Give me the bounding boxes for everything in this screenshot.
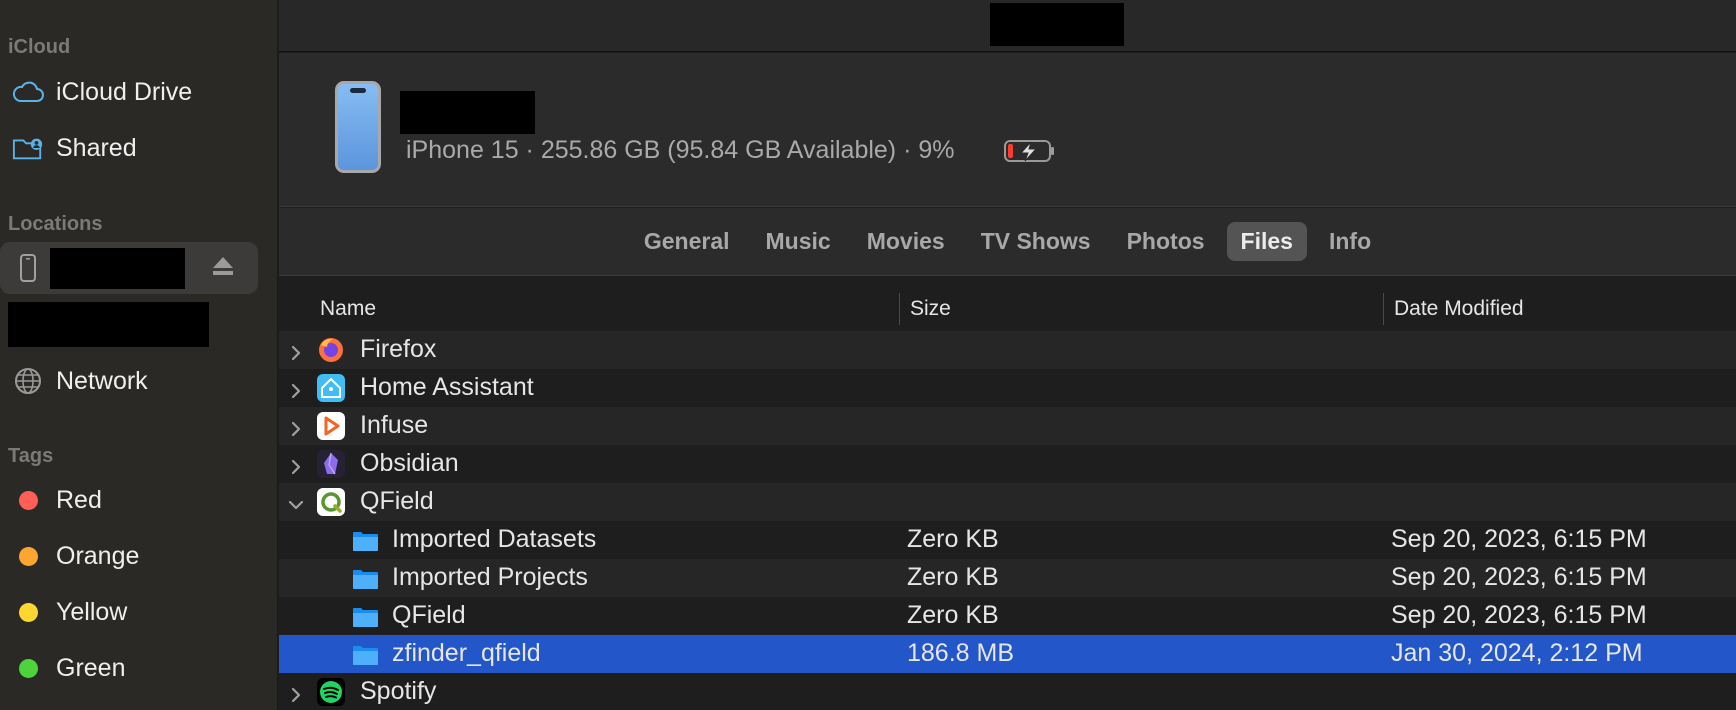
iphone-icon xyxy=(12,252,44,284)
qfield-icon xyxy=(317,488,345,516)
folder-row[interactable]: zfinder_qfield 186.8 MB Jan 30, 2024, 2:12… xyxy=(279,635,1736,673)
home-assistant-icon xyxy=(317,374,345,402)
disclosure-chevron-right-icon[interactable] xyxy=(287,378,305,399)
file-size: Zero KB xyxy=(907,563,999,591)
sidebar-item-shared[interactable]: Shared xyxy=(0,122,258,174)
disclosure-chevron-right-icon[interactable] xyxy=(287,340,305,361)
tab-tv-shows[interactable]: TV Shows xyxy=(967,222,1105,261)
app-name: Obsidian xyxy=(360,449,459,477)
column-header: Name Size Date Modified xyxy=(279,288,1736,334)
column-date-header[interactable]: Date Modified xyxy=(1394,297,1524,321)
title-bar xyxy=(279,0,1736,52)
app-row[interactable]: Home Assistant xyxy=(279,369,1736,407)
app-name: Firefox xyxy=(360,335,437,363)
firefox-icon xyxy=(317,336,345,364)
folder-row[interactable]: Imported Datasets Zero KB Sep 20, 2023, 6:… xyxy=(279,521,1736,559)
tab-movies[interactable]: Movies xyxy=(853,222,959,261)
app-name: QField xyxy=(360,487,434,515)
redacted-device-name xyxy=(50,248,185,289)
iphone-image xyxy=(335,81,381,173)
app-row[interactable]: Firefox xyxy=(279,331,1736,369)
sidebar-item-label: iCloud Drive xyxy=(56,77,193,106)
folder-name: QField xyxy=(392,601,466,629)
globe-icon xyxy=(12,365,44,397)
tab-files[interactable]: Files xyxy=(1226,222,1307,261)
date-modified: Sep 20, 2023, 6:15 PM xyxy=(1391,525,1647,553)
sidebar-item-label: Green xyxy=(56,653,126,682)
shared-folder-icon xyxy=(12,132,44,164)
sidebar-item-label: Orange xyxy=(56,541,140,570)
obsidian-icon xyxy=(317,450,345,478)
redacted-location xyxy=(8,302,209,347)
app-row[interactable]: Spotify xyxy=(279,673,1736,710)
battery-charging-icon xyxy=(1004,139,1056,168)
sidebar-item-label: Network xyxy=(56,366,148,395)
disclosure-chevron-down-icon[interactable] xyxy=(287,492,305,510)
app-row[interactable]: QField xyxy=(279,483,1736,521)
tab-music[interactable]: Music xyxy=(752,222,845,261)
disclosure-chevron-right-icon[interactable] xyxy=(287,454,305,475)
sidebar-item-icloud-drive[interactable]: iCloud Drive xyxy=(0,66,258,118)
sidebar-tag-red[interactable]: Red xyxy=(0,474,258,526)
date-modified: Sep 20, 2023, 6:15 PM xyxy=(1391,563,1647,591)
folder-icon xyxy=(352,530,379,551)
disclosure-chevron-right-icon[interactable] xyxy=(287,416,305,437)
tab-photos[interactable]: Photos xyxy=(1113,222,1219,261)
eject-icon[interactable] xyxy=(212,256,234,281)
folder-row[interactable]: Imported Projects Zero KB Sep 20, 2023, 6:… xyxy=(279,559,1736,597)
folder-name: Imported Datasets xyxy=(392,525,597,553)
app-name: Spotify xyxy=(360,677,437,705)
sidebar-item-label: Red xyxy=(56,485,102,514)
file-size: Zero KB xyxy=(907,601,999,629)
app-row[interactable]: Obsidian xyxy=(279,445,1736,483)
sidebar: iCloud iCloud Drive Shared Locations Net… xyxy=(0,0,278,710)
file-size: 186.8 MB xyxy=(907,639,1015,667)
spotify-icon xyxy=(317,678,345,706)
sidebar-section-icloud: iCloud xyxy=(8,36,71,58)
app-name: Infuse xyxy=(360,411,429,439)
sidebar-section-tags: Tags xyxy=(8,445,54,467)
folder-row[interactable]: QField Zero KB Sep 20, 2023, 6:15 PM xyxy=(279,597,1736,635)
red-tag-icon xyxy=(12,484,44,516)
disclosure-chevron-right-icon[interactable] xyxy=(287,682,305,703)
sidebar-tag-green[interactable]: Green xyxy=(0,642,258,694)
infuse-icon xyxy=(317,412,345,440)
orange-tag-icon xyxy=(12,540,44,572)
date-modified: Sep 20, 2023, 6:15 PM xyxy=(1391,601,1647,629)
file-list: Firefox Home Assistant Infuse Obsidian QFiel… xyxy=(279,331,1736,710)
date-modified: Jan 30, 2024, 2:12 PM xyxy=(1391,639,1643,667)
main-pane: iPhone 15 · 255.86 GB (95.84 GB Availabl… xyxy=(279,0,1736,710)
app-name: Home Assistant xyxy=(360,373,534,401)
cloud-icon xyxy=(12,76,44,108)
sidebar-item-network[interactable]: Network xyxy=(0,355,258,407)
sidebar-item-iphone[interactable] xyxy=(0,242,258,294)
green-tag-icon xyxy=(12,652,44,684)
redacted-window-title xyxy=(990,3,1124,46)
folder-icon xyxy=(352,606,379,627)
file-size: Zero KB xyxy=(907,525,999,553)
sidebar-tag-yellow[interactable]: Yellow xyxy=(0,586,258,638)
sidebar-item-label: Yellow xyxy=(56,597,128,626)
device-info: iPhone 15 · 255.86 GB (95.84 GB Availabl… xyxy=(406,136,955,164)
device-header: iPhone 15 · 255.86 GB (95.84 GB Availabl… xyxy=(279,53,1736,207)
tab-bar: General Music Movies TV Shows Photos Files Inf… xyxy=(279,208,1736,276)
app-row[interactable]: Infuse xyxy=(279,407,1736,445)
column-divider[interactable] xyxy=(1383,293,1384,325)
redacted-device-title xyxy=(400,91,535,134)
folder-icon xyxy=(352,568,379,589)
tab-general[interactable]: General xyxy=(630,222,744,261)
tab-info[interactable]: Info xyxy=(1315,222,1385,261)
folder-icon xyxy=(352,644,379,665)
folder-name: Imported Projects xyxy=(392,563,588,591)
column-name-header[interactable]: Name xyxy=(320,297,376,321)
sidebar-section-locations: Locations xyxy=(8,213,103,235)
sidebar-tag-orange[interactable]: Orange xyxy=(0,530,258,582)
column-divider[interactable] xyxy=(899,293,900,325)
folder-name: zfinder_qfield xyxy=(392,639,541,667)
yellow-tag-icon xyxy=(12,596,44,628)
sidebar-item-label: Shared xyxy=(56,133,137,162)
column-size-header[interactable]: Size xyxy=(910,297,951,321)
